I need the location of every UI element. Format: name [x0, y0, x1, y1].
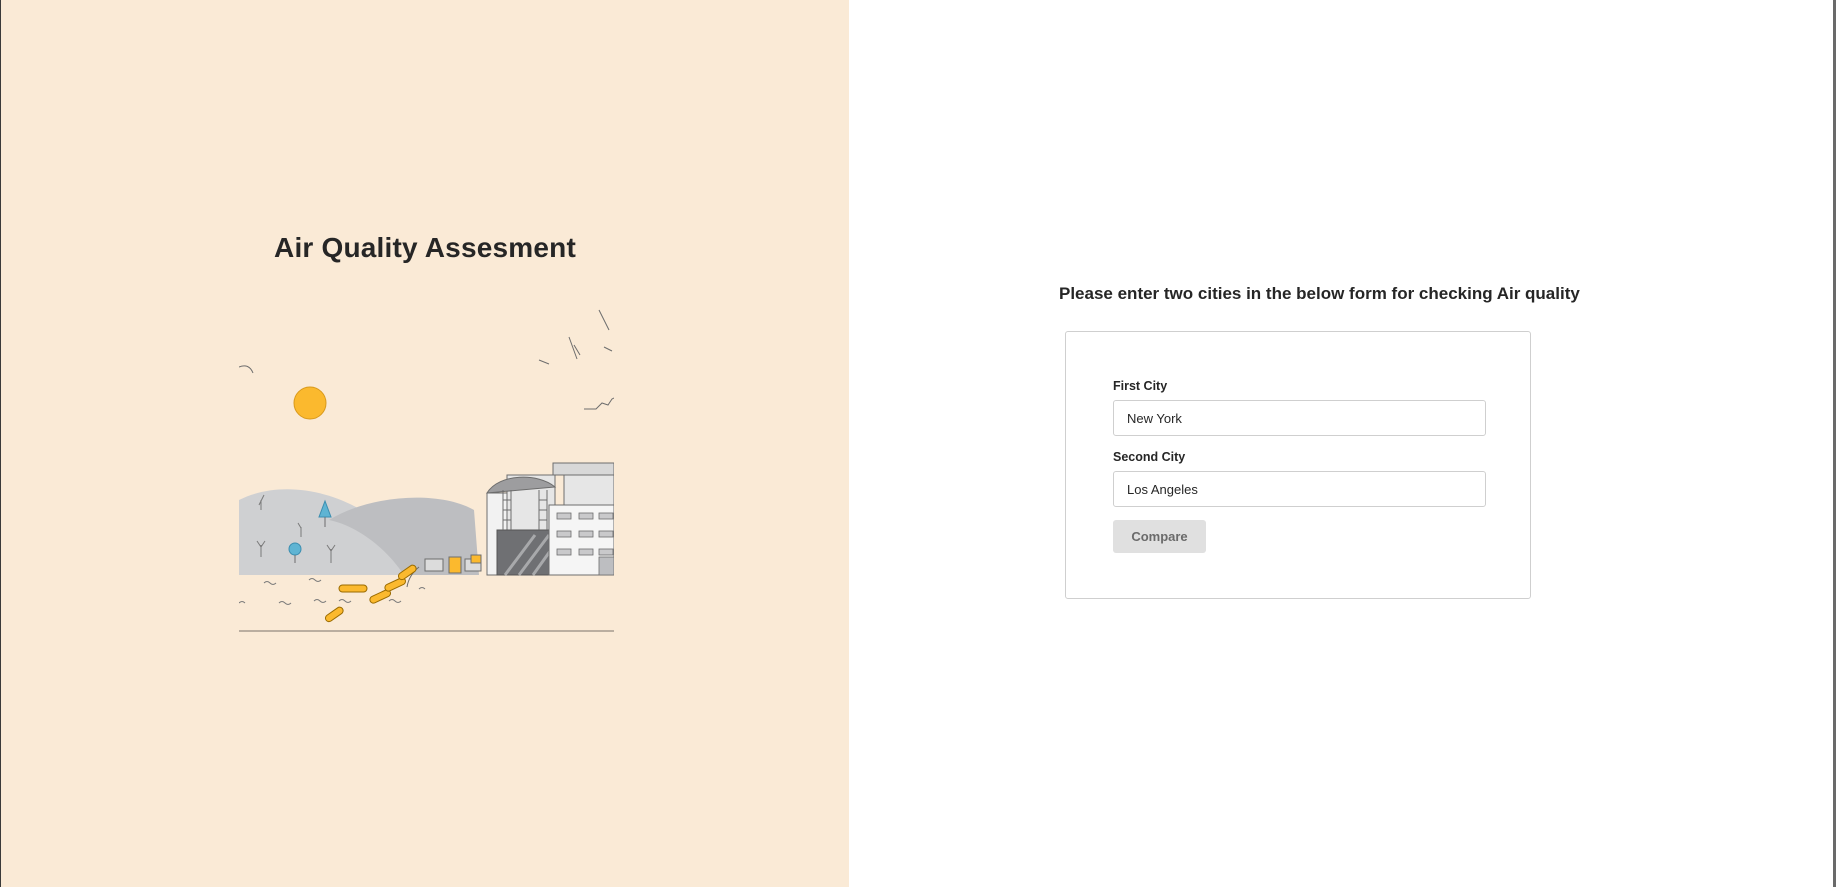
first-city-label: First City [1113, 379, 1168, 393]
form-heading: Please enter two cities in the below for… [1059, 284, 1580, 303]
city-form: First City Second City Compare [1065, 331, 1531, 599]
page: Air Quality Assesment Please enter two c… [0, 0, 1836, 887]
second-city-input[interactable] [1113, 471, 1486, 507]
compare-button[interactable]: Compare [1113, 520, 1206, 553]
first-city-input[interactable] [1113, 400, 1486, 436]
second-city-label: Second City [1113, 450, 1186, 464]
hero-panel: Air Quality Assesment [1, 0, 849, 887]
hero-title: Air Quality Assesment [274, 232, 576, 263]
industrial-landscape-illustration [239, 309, 614, 632]
form-panel: Please enter two cities in the below for… [849, 0, 1836, 887]
